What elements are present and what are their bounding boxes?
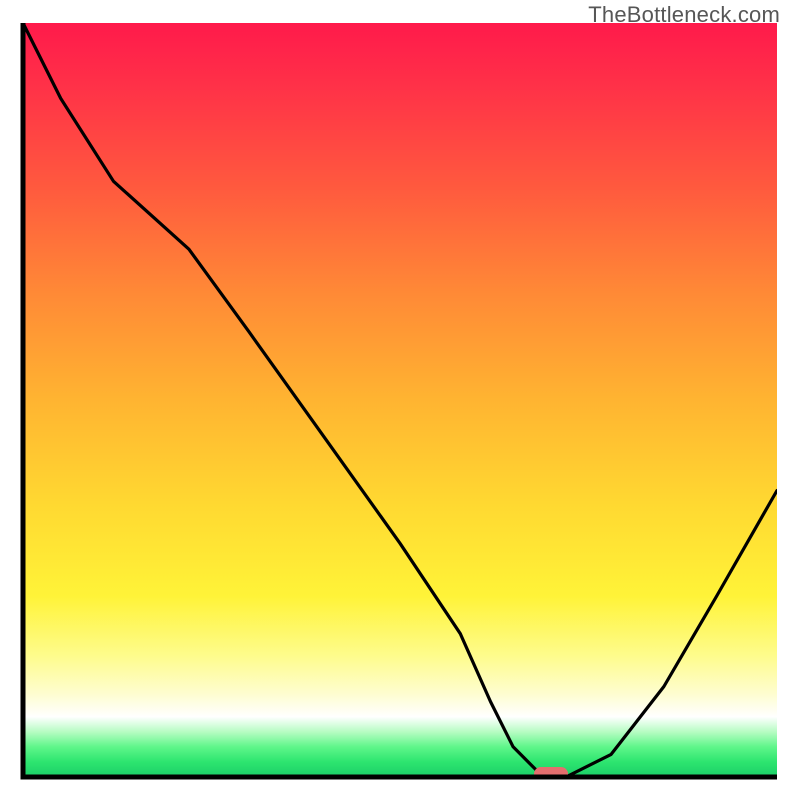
optimal-marker (534, 767, 568, 777)
chart-container: TheBottleneck.com (0, 0, 800, 800)
watermark-text: TheBottleneck.com (588, 2, 780, 28)
plot-area (23, 23, 777, 777)
bottleneck-curve (23, 23, 777, 777)
